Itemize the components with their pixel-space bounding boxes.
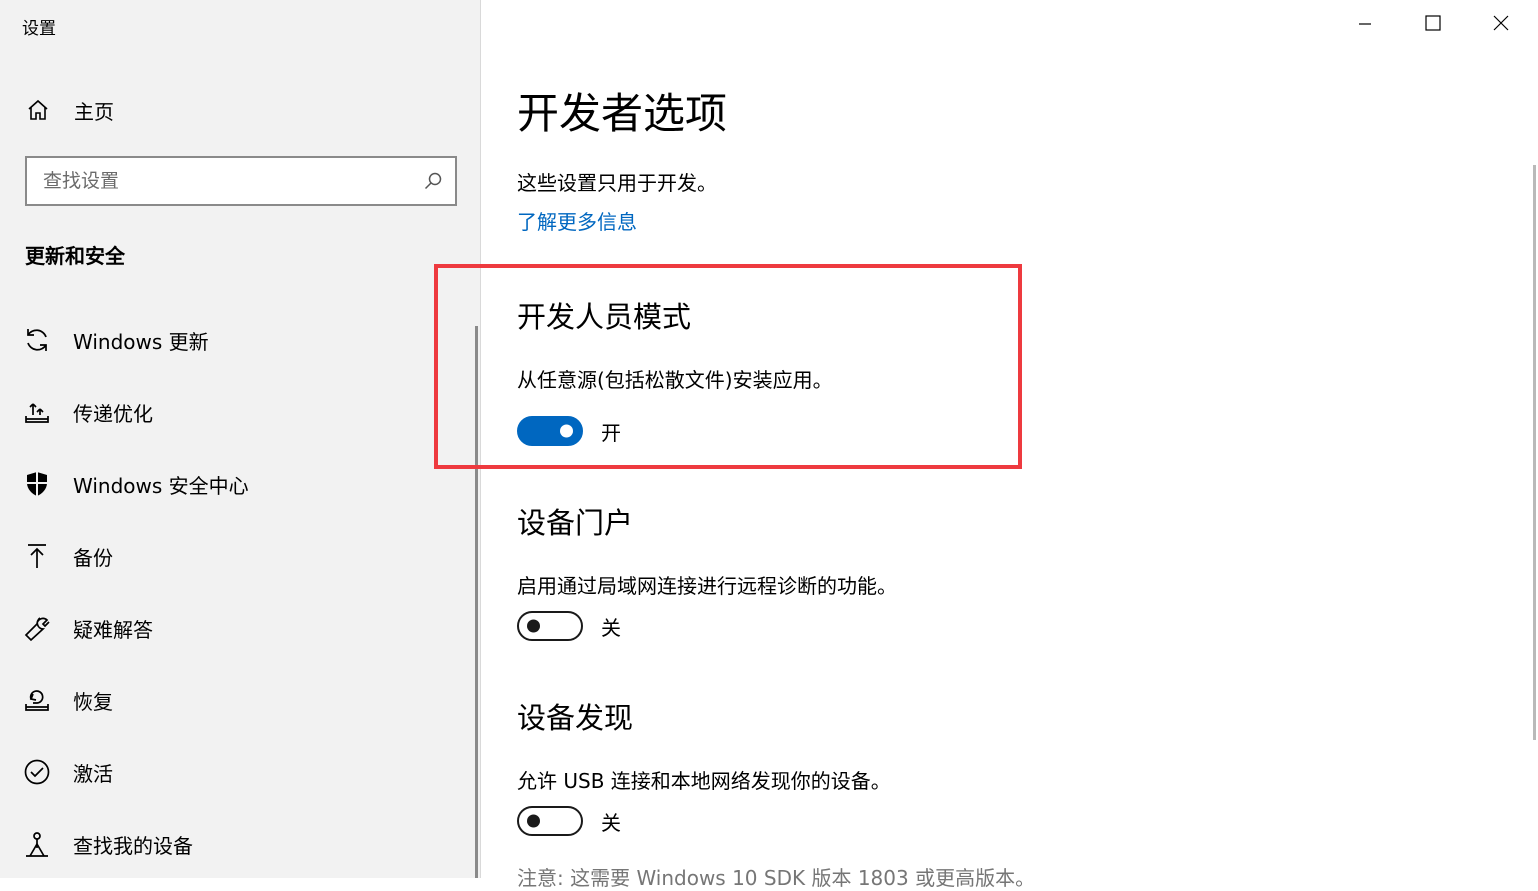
sidebar-item-label: 传递优化 (73, 401, 153, 426)
maximize-button[interactable] (1399, 0, 1467, 50)
sidebar-item-label: 激活 (73, 761, 113, 786)
sidebar-item-find-my-device[interactable]: 查找我的设备 (0, 808, 470, 880)
sidebar-item-label: 恢复 (73, 689, 113, 714)
device-portal-toggle-row: 关 (517, 611, 621, 641)
toggle-knob (527, 814, 540, 828)
sidebar-item-label: Windows 更新 (73, 329, 209, 354)
sidebar-item-recovery[interactable]: 恢复 (0, 664, 470, 736)
minimize-button[interactable] (1331, 0, 1399, 50)
sidebar-item-home[interactable]: 主页 (24, 94, 114, 126)
search-input[interactable] (27, 158, 411, 204)
sidebar-item-label: Windows 安全中心 (73, 473, 249, 498)
search-box (25, 156, 457, 206)
minimize-icon (1358, 16, 1372, 35)
sidebar-item-label: 疑难解答 (73, 617, 153, 642)
search-icon[interactable] (411, 158, 455, 204)
sidebar-item-delivery-optimization[interactable]: 传递优化 (0, 376, 470, 448)
highlight-box (434, 264, 1022, 469)
sidebar-item-backup[interactable]: 备份 (0, 520, 470, 592)
sidebar-item-windows-security[interactable]: Windows 安全中心 (0, 448, 470, 520)
app-title: 设置 (22, 19, 56, 39)
home-icon (24, 96, 52, 124)
device-portal-toggle[interactable] (517, 611, 583, 641)
toggle-knob (527, 619, 540, 633)
sdk-note: 注意: 这需要 Windows 10 SDK 版本 1803 或更高版本。 (517, 866, 1036, 890)
device-discovery-toggle-label: 关 (601, 810, 621, 835)
close-button[interactable] (1467, 0, 1535, 50)
device-discovery-toggle-row: 关 (517, 806, 621, 836)
sidebar: 设置 主页 更新和安全 Windows 更新 (0, 0, 481, 878)
sync-icon (22, 325, 52, 355)
page-title: 开发者选项 (517, 89, 728, 138)
device-discovery-heading: 设备发现 (517, 701, 634, 735)
learn-more-link[interactable]: 了解更多信息 (517, 206, 637, 235)
backup-arrow-icon (22, 541, 52, 571)
sidebar-item-label: 主页 (74, 99, 114, 124)
checkmark-circle-icon (22, 757, 52, 787)
section-title: 更新和安全 (25, 244, 125, 268)
shield-icon (22, 469, 52, 499)
sidebar-nav: Windows 更新 传递优化 Windows 安全中心 备份 疑难解答 恢复 … (0, 304, 470, 880)
find-device-icon (22, 829, 52, 859)
sidebar-item-label: 查找我的设备 (73, 833, 193, 858)
recovery-icon (22, 685, 52, 715)
device-discovery-description: 允许 USB 连接和本地网络发现你的设备。 (517, 769, 891, 793)
content-scrollbar[interactable] (1533, 165, 1536, 740)
device-portal-description: 启用通过局域网连接进行远程诊断的功能。 (517, 574, 897, 598)
device-discovery-toggle[interactable] (517, 806, 583, 836)
maximize-icon (1425, 15, 1441, 35)
sidebar-item-troubleshoot[interactable]: 疑难解答 (0, 592, 470, 664)
wrench-icon (22, 613, 52, 643)
page-description: 这些设置只用于开发。 (517, 171, 717, 195)
sidebar-item-activation[interactable]: 激活 (0, 736, 470, 808)
delivery-optimization-icon (22, 397, 52, 427)
device-portal-heading: 设备门户 (517, 506, 634, 540)
device-portal-toggle-label: 关 (601, 615, 621, 640)
close-icon (1493, 15, 1509, 35)
sidebar-item-label: 备份 (73, 545, 113, 570)
sidebar-item-windows-update[interactable]: Windows 更新 (0, 304, 470, 376)
